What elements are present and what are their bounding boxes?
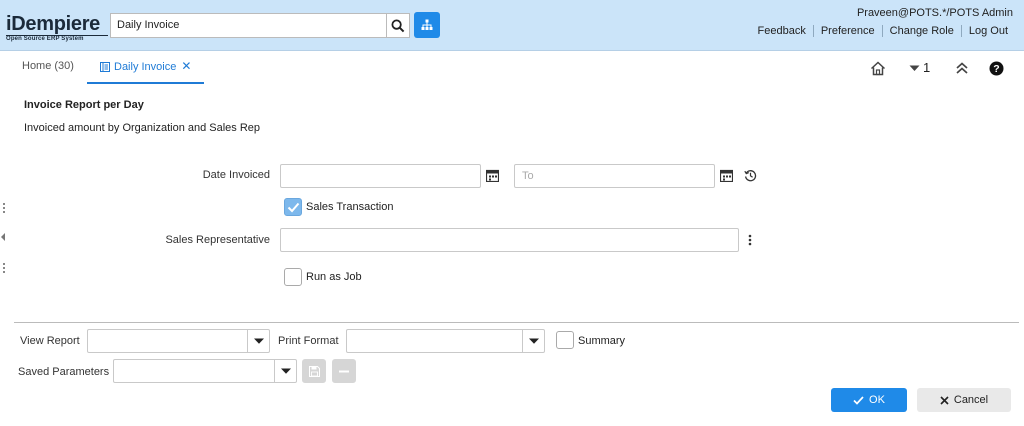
sales-rep-label: Sales Representative bbox=[165, 234, 270, 246]
logo-subtitle: Open Source ERP System bbox=[6, 35, 108, 43]
divider bbox=[14, 322, 1019, 323]
summary-checkbox[interactable] bbox=[556, 331, 574, 349]
chevron-down-icon bbox=[253, 338, 264, 344]
save-params-button[interactable] bbox=[302, 359, 326, 383]
feedback-link[interactable]: Feedback bbox=[751, 25, 813, 37]
search-icon bbox=[391, 19, 405, 32]
cancel-button[interactable]: Cancel bbox=[917, 388, 1011, 412]
help-button[interactable]: ? bbox=[989, 61, 1004, 79]
chevron-down-icon bbox=[528, 338, 539, 344]
history-icon bbox=[744, 170, 757, 182]
collapse-button[interactable] bbox=[955, 61, 969, 78]
chevron-down-icon bbox=[909, 65, 920, 71]
sales-transaction-label[interactable]: Sales Transaction bbox=[306, 201, 393, 213]
window-count: 1 bbox=[923, 60, 931, 75]
view-report-label: View Report bbox=[20, 335, 80, 347]
idempiere-logo[interactable]: iDempiere Open Source ERP System bbox=[6, 13, 108, 43]
calendar-from-button[interactable] bbox=[485, 169, 500, 185]
tab-daily-invoice[interactable]: Daily Invoice ✕ bbox=[87, 51, 205, 84]
date-invoiced-label: Date Invoiced bbox=[202, 169, 270, 181]
saved-params-select[interactable] bbox=[113, 359, 297, 383]
print-format-label: Print Format bbox=[278, 335, 339, 347]
process-description: Invoiced amount by Organization and Sale… bbox=[24, 122, 261, 134]
run-as-job-label[interactable]: Run as Job bbox=[306, 271, 362, 283]
window-list-dropdown[interactable]: 1 bbox=[909, 60, 930, 75]
minus-icon bbox=[339, 370, 349, 372]
ok-label: OK bbox=[869, 394, 885, 406]
splitter-grip-top bbox=[3, 203, 5, 213]
delete-params-button[interactable] bbox=[332, 359, 356, 383]
process-title: Invoice Report per Day bbox=[24, 99, 144, 111]
more-icon bbox=[748, 234, 752, 246]
run-as-job-checkbox[interactable] bbox=[284, 268, 302, 286]
window-tabbar: Home (30) Daily Invoice ✕ 1 ? bbox=[9, 51, 1024, 85]
cancel-label: Cancel bbox=[953, 394, 989, 406]
splitter-grip-bottom bbox=[3, 263, 5, 273]
svg-text:?: ? bbox=[993, 63, 999, 75]
saved-params-label: Saved Parameters bbox=[18, 366, 110, 378]
check-icon bbox=[287, 202, 299, 212]
saved-params-dropdown-button[interactable] bbox=[274, 360, 296, 382]
tree-icon bbox=[421, 19, 433, 30]
sales-rep-more-button[interactable] bbox=[748, 234, 752, 249]
home-button[interactable] bbox=[870, 61, 886, 79]
menu-tree-button[interactable] bbox=[414, 12, 440, 38]
calendar-icon bbox=[719, 169, 734, 183]
user-info[interactable]: Praveen@POTS.*/POTS Admin bbox=[857, 7, 1013, 19]
tab-daily-invoice-label: Daily Invoice bbox=[114, 61, 177, 73]
west-splitter[interactable] bbox=[0, 85, 9, 426]
date-invoiced-from-field[interactable] bbox=[280, 164, 481, 188]
summary-label[interactable]: Summary bbox=[578, 335, 625, 347]
home-icon bbox=[870, 61, 886, 76]
tab-home[interactable]: Home (30) bbox=[9, 51, 87, 84]
help-icon: ? bbox=[989, 61, 1004, 76]
window-icon bbox=[100, 62, 110, 72]
collapse-icon bbox=[956, 62, 968, 74]
header: iDempiere Open Source ERP System Daily I… bbox=[0, 0, 1024, 51]
calendar-icon bbox=[485, 169, 500, 183]
sales-transaction-checkbox[interactable] bbox=[284, 198, 302, 216]
top-menu: Feedback Preference Change Role Log Out bbox=[751, 25, 1015, 37]
search-button[interactable] bbox=[386, 13, 410, 38]
menu-search-input[interactable]: Daily Invoice bbox=[110, 13, 387, 38]
view-report-select[interactable] bbox=[87, 329, 270, 353]
close-icon bbox=[940, 395, 949, 405]
logo-text: iDempiere bbox=[6, 13, 101, 35]
preference-link[interactable]: Preference bbox=[812, 25, 882, 37]
calendar-to-button[interactable] bbox=[719, 169, 734, 185]
chevron-down-icon bbox=[280, 368, 291, 374]
print-format-select[interactable] bbox=[346, 329, 545, 353]
save-icon bbox=[308, 365, 320, 377]
change-role-link[interactable]: Change Role bbox=[881, 25, 961, 37]
close-icon[interactable]: ✕ bbox=[181, 59, 191, 73]
print-format-dropdown-button[interactable] bbox=[522, 330, 544, 352]
date-history-button[interactable] bbox=[744, 169, 757, 185]
tab-home-label: Home (30) bbox=[22, 60, 74, 72]
logout-link[interactable]: Log Out bbox=[960, 25, 1015, 37]
collapse-left-icon[interactable] bbox=[1, 233, 5, 241]
ok-button[interactable]: OK bbox=[831, 388, 907, 412]
check-icon bbox=[853, 395, 864, 405]
view-report-dropdown-button[interactable] bbox=[247, 330, 269, 352]
date-invoiced-to-field[interactable]: To bbox=[514, 164, 715, 188]
sales-rep-field[interactable] bbox=[280, 228, 739, 252]
process-dialog: Invoice Report per Day Invoiced amount b… bbox=[9, 85, 1024, 426]
